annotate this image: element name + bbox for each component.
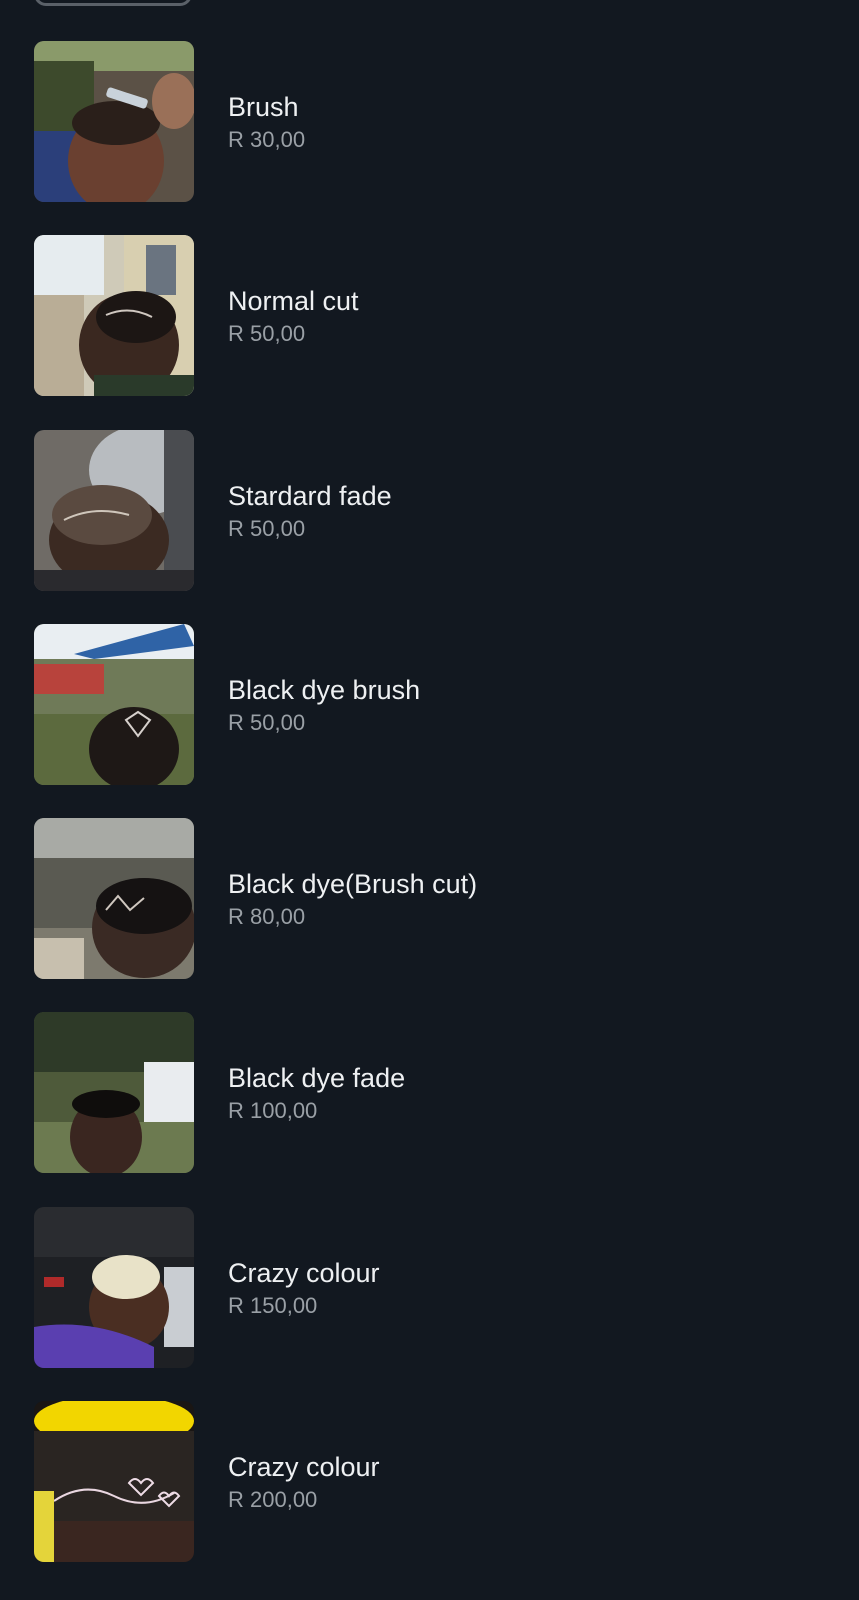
- catalog-screen: Brush R 30,00 Normal cut R 50,00 Stardar…: [0, 0, 859, 1600]
- catalog-list: Brush R 30,00 Normal cut R 50,00 Stardar…: [0, 41, 859, 1595]
- item-thumbnail: [34, 1012, 194, 1174]
- haircut-photo-icon: [34, 1401, 194, 1563]
- catalog-item-crazy-colour-150[interactable]: Crazy colour R 150,00: [0, 1206, 859, 1368]
- item-price: R 50,00: [228, 709, 306, 735]
- item-price: R 200,00: [228, 1487, 318, 1513]
- item-thumbnail: [34, 1206, 194, 1368]
- item-price: R 50,00: [228, 515, 306, 541]
- item-name: Black dye(Brush cut): [228, 869, 478, 900]
- catalog-item-brush[interactable]: Brush R 30,00: [0, 41, 859, 202]
- item-thumbnail: [34, 41, 194, 202]
- item-price: R 80,00: [228, 904, 306, 930]
- item-thumbnail: [34, 1401, 194, 1563]
- item-name: Crazy colour: [228, 1257, 380, 1288]
- item-price: R 100,00: [228, 1098, 318, 1124]
- catalog-item-standard-fade[interactable]: Stardard fade R 50,00: [0, 429, 859, 591]
- catalog-item-black-dye-brush[interactable]: Black dye brush R 50,00: [0, 623, 859, 785]
- item-name: Crazy colour: [228, 1452, 380, 1483]
- haircut-photo-icon: [34, 818, 194, 980]
- item-name: Stardard fade: [228, 480, 392, 511]
- haircut-photo-icon: [34, 235, 194, 397]
- item-price: R 150,00: [228, 1292, 318, 1318]
- haircut-photo-icon: [34, 1206, 194, 1368]
- item-price: R 30,00: [228, 127, 306, 152]
- item-name: Normal cut: [228, 286, 359, 317]
- item-thumbnail: [34, 818, 194, 980]
- haircut-photo-icon: [34, 41, 194, 202]
- catalog-item-normal-cut[interactable]: Normal cut R 50,00: [0, 235, 859, 397]
- haircut-photo-icon: [34, 429, 194, 591]
- catalog-item-black-dye-fade[interactable]: Black dye fade R 100,00: [0, 1012, 859, 1174]
- item-price: R 50,00: [228, 321, 306, 347]
- item-thumbnail: [34, 235, 194, 397]
- haircut-photo-icon: [34, 1012, 194, 1174]
- item-name: Black dye brush: [228, 674, 421, 705]
- item-name: Brush: [228, 92, 299, 122]
- item-thumbnail: [34, 429, 194, 591]
- haircut-photo-icon: [34, 623, 194, 785]
- catalog-item-black-dye-brush-cut[interactable]: Black dye(Brush cut) R 80,00: [0, 818, 859, 980]
- previous-item-card-edge[interactable]: [34, 0, 192, 6]
- catalog-item-crazy-colour-200[interactable]: Crazy colour R 200,00: [0, 1401, 859, 1563]
- item-name: Black dye fade: [228, 1063, 406, 1094]
- item-thumbnail: [34, 623, 194, 785]
